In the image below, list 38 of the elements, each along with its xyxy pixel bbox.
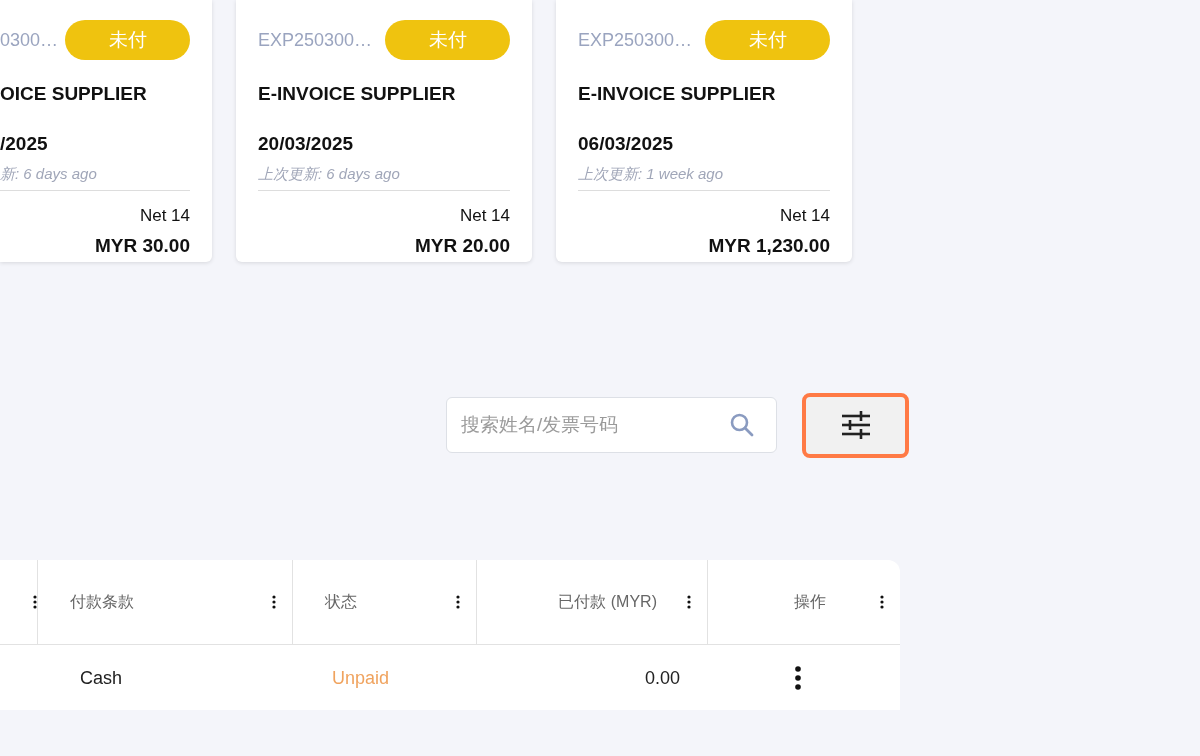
search-icon[interactable]: [729, 412, 755, 438]
status-text: Unpaid: [331, 667, 390, 689]
table-cell-text: 0.00: [644, 667, 682, 689]
invoice-date: 06/03/2025: [578, 133, 675, 155]
supplier-name: OICE SUPPLIER: [0, 83, 148, 105]
invoice-amount: MYR 1,230.00: [707, 235, 830, 257]
invoice-number: EXP250300…: [258, 29, 373, 51]
column-header: 付款条款: [70, 591, 135, 612]
table-cell-text: Cash: [80, 667, 124, 689]
last-updated: 新: 6 days ago: [0, 165, 190, 191]
status-badge: 未付: [385, 20, 510, 60]
invoice-date: /2025: [0, 133, 49, 155]
invoice-amount: MYR 30.00: [93, 235, 190, 257]
column-header: 状态: [325, 591, 358, 612]
column-menu-icon[interactable]: [880, 595, 884, 609]
column-menu-icon[interactable]: [456, 595, 460, 609]
last-updated: 上次更新: 1 week ago: [578, 165, 830, 191]
payment-terms: Net 14: [138, 206, 190, 226]
sliders-icon: [840, 411, 871, 439]
invoice-date: 20/03/2025: [258, 133, 355, 155]
column-menu-icon[interactable]: [272, 595, 276, 609]
payment-terms: Net 14: [778, 206, 830, 226]
invoice-amount: MYR 20.00: [413, 235, 510, 257]
column-menu-icon[interactable]: [687, 595, 691, 609]
more-icon[interactable]: [795, 666, 802, 690]
column-menu-icon[interactable]: [33, 595, 37, 609]
last-updated: 上次更新: 6 days ago: [258, 165, 510, 191]
search-field[interactable]: 搜索姓名/发票号码: [446, 397, 777, 453]
filter-button[interactable]: [802, 392, 909, 458]
status-badge: 未付: [705, 20, 830, 60]
supplier-name: E-INVOICE SUPPLIER: [578, 83, 777, 105]
column-header: 操作: [793, 591, 827, 612]
payment-terms: Net 14: [458, 206, 510, 226]
column-header: 已付款 (MYR): [557, 591, 658, 612]
supplier-name: E-INVOICE SUPPLIER: [258, 83, 457, 105]
status-badge: 未付: [65, 20, 190, 60]
invoice-number: EXP250300…: [578, 29, 693, 51]
invoice-number: 0300…: [0, 29, 59, 51]
